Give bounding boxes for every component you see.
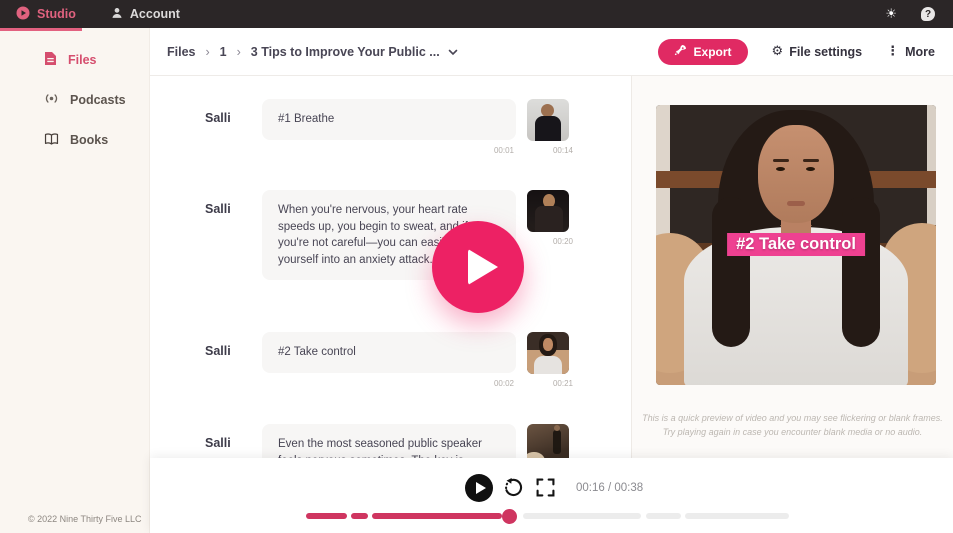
sidebar-item-books[interactable]: Books: [0, 120, 149, 160]
thumbnail-time: 00:20: [552, 237, 573, 246]
breadcrumb-separator: ›: [236, 44, 241, 59]
file-header: Files › 1 › 3 Tips to Improve Your Publi…: [150, 28, 953, 76]
breadcrumb-separator: ›: [205, 44, 210, 59]
sidebar-item-files[interactable]: Files: [0, 40, 149, 80]
video-preview[interactable]: #2 Take control: [656, 105, 936, 385]
top-bar: Studio Account ☀ ?: [0, 0, 953, 28]
disclaimer-line: This is a quick preview of video and you…: [642, 413, 943, 423]
restart-button[interactable]: [503, 477, 524, 501]
export-label: Export: [693, 44, 732, 59]
file-settings-button[interactable]: ⚙ File settings: [772, 45, 863, 59]
timeline-segment-remaining[interactable]: [685, 513, 789, 519]
breadcrumb-file-title[interactable]: 3 Tips to Improve Your Public ...: [251, 45, 458, 59]
thumbnail-time: 00:14: [552, 146, 573, 155]
more-button[interactable]: ⋮ More: [886, 45, 935, 59]
more-label: More: [905, 44, 935, 59]
player-bar: 00:16 / 00:38: [150, 458, 953, 533]
timeline-segment-played[interactable]: [372, 513, 502, 519]
export-button[interactable]: Export: [657, 38, 748, 65]
active-tab-indicator: [0, 28, 82, 31]
person-icon: [110, 6, 124, 23]
transcript-textbox[interactable]: #1 Breathe: [262, 99, 516, 140]
timeline-segment-remaining[interactable]: [646, 513, 681, 519]
transcript-text: #2 Take control: [278, 346, 356, 358]
rocket-icon: [674, 44, 687, 60]
sidebar-item-label: Books: [70, 133, 109, 147]
clip-start-time: 00:01: [493, 146, 514, 155]
theme-toggle-sun-icon[interactable]: ☀: [885, 8, 897, 21]
book-icon: [44, 132, 59, 149]
timeline-segment-remaining[interactable]: [523, 513, 641, 519]
topbar-actions: ☀ ?: [885, 7, 953, 21]
transcript-editor: Salli #1 Breathe 00:01 00:14 Salli When …: [150, 76, 631, 458]
video-thumbnail[interactable]: [527, 190, 569, 232]
sidebar: Files Podcasts Books © 2022 Nine Thirty …: [0, 28, 150, 533]
speaker-label[interactable]: Salli: [205, 344, 257, 358]
transcript-text: #1 Breathe: [278, 113, 335, 125]
studio-label: Studio: [37, 7, 76, 21]
kebab-menu-icon: ⋮: [886, 44, 900, 59]
breadcrumb-files[interactable]: Files: [167, 45, 196, 59]
video-thumbnail[interactable]: [527, 99, 569, 141]
sidebar-item-podcasts[interactable]: Podcasts: [0, 80, 149, 120]
subtitle-caption: #2 Take control: [727, 233, 865, 256]
help-icon[interactable]: ?: [921, 7, 935, 21]
play-icon: [475, 482, 486, 494]
copyright-text: © 2022 Nine Thirty Five LLC: [28, 514, 142, 524]
speaker-label[interactable]: Salli: [205, 111, 257, 125]
speaker-label[interactable]: Salli: [205, 202, 257, 216]
transcript-textbox[interactable]: #2 Take control: [262, 332, 516, 373]
sidebar-item-label: Files: [68, 53, 97, 67]
time-display: 00:16 / 00:38: [576, 482, 644, 494]
account-label: Account: [129, 7, 180, 21]
breadcrumb-folder[interactable]: 1: [220, 45, 227, 59]
transcript-text: When you're nervous, your heart rate: [278, 204, 468, 216]
play-icon: [468, 249, 498, 285]
file-icon: [44, 51, 57, 69]
clip-start-time: 00:02: [493, 379, 514, 388]
disclaimer-line: Try playing again in case you encounter …: [662, 426, 923, 437]
speaker-label[interactable]: Salli: [205, 436, 257, 450]
breadcrumb: Files › 1 › 3 Tips to Improve Your Publi…: [167, 45, 458, 59]
studio-logo-icon: [16, 6, 30, 23]
sidebar-item-label: Podcasts: [70, 93, 126, 107]
file-settings-label: File settings: [789, 44, 863, 59]
fullscreen-button[interactable]: [536, 478, 555, 500]
tab-studio[interactable]: Studio: [0, 0, 96, 28]
thumbnail-time: 00:21: [552, 379, 573, 388]
play-button[interactable]: [465, 474, 493, 502]
file-title-text: 3 Tips to Improve Your Public ...: [250, 44, 440, 59]
gear-icon: ⚙: [771, 44, 784, 59]
timeline-segment-played[interactable]: [351, 513, 368, 519]
chevron-down-icon: [448, 45, 458, 59]
scrubber-thumb[interactable]: [502, 509, 517, 524]
play-preview-button[interactable]: [432, 221, 524, 313]
video-thumbnail[interactable]: [527, 332, 569, 374]
podcast-icon: [44, 91, 59, 109]
preview-disclaimer: This is a quick preview of video and you…: [640, 412, 945, 440]
tab-account[interactable]: Account: [110, 6, 180, 23]
transcript-text: Even the most seasoned public speaker: [278, 438, 482, 450]
timeline-scrubber[interactable]: [306, 509, 789, 524]
timeline-segment-played[interactable]: [306, 513, 347, 519]
video-thumbnail[interactable]: [527, 424, 569, 458]
transcript-textbox[interactable]: Even the most seasoned public speaker fe…: [262, 424, 516, 458]
header-actions: Export ⚙ File settings ⋮ More: [657, 38, 935, 65]
